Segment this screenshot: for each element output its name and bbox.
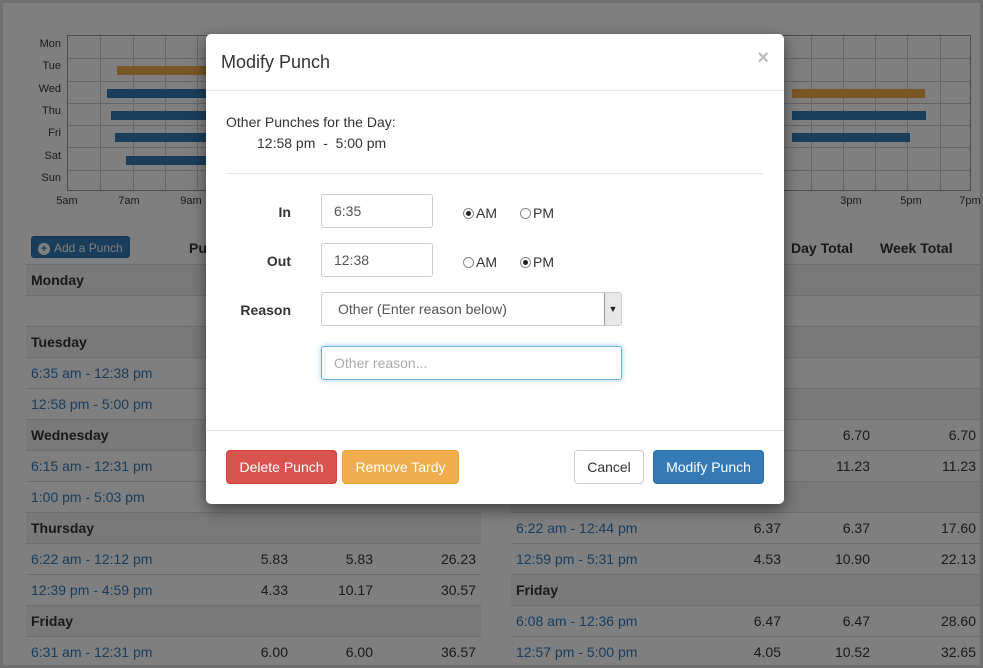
in-label: In — [278, 204, 291, 220]
out-label: Out — [266, 253, 291, 269]
dialog-header: Modify Punch × — [206, 34, 784, 91]
out-am-radio[interactable]: AM — [463, 254, 497, 270]
radio-icon — [463, 256, 474, 268]
radio-icon — [520, 207, 531, 219]
dialog-title: Modify Punch — [221, 52, 331, 72]
divider — [226, 173, 764, 174]
timesheet-page: MonTueWedThuFriSatSun5am7am9am3pm5pm7pm … — [0, 0, 983, 668]
modify-punch-dialog: Modify Punch × Other Punches for the Day… — [206, 34, 784, 504]
in-am-radio[interactable]: AM — [463, 205, 497, 221]
radio-selected-icon — [520, 256, 531, 268]
am-label: AM — [476, 254, 497, 270]
out-time-input[interactable] — [321, 243, 433, 277]
delete-punch-button[interactable]: Delete Punch — [226, 450, 337, 484]
pm-label: PM — [533, 205, 554, 221]
cancel-button[interactable]: Cancel — [574, 450, 644, 484]
close-icon[interactable]: × — [757, 47, 769, 70]
reason-label: Reason — [240, 302, 291, 318]
remove-tardy-button[interactable]: Remove Tardy — [342, 450, 459, 484]
radio-selected-icon — [463, 207, 474, 219]
in-pm-radio[interactable]: PM — [520, 205, 554, 221]
dialog-footer: Delete Punch Remove Tardy Cancel Modify … — [206, 430, 784, 504]
modify-punch-button[interactable]: Modify Punch — [653, 450, 764, 484]
pm-label: PM — [533, 254, 554, 270]
dropdown-arrow-icon[interactable]: ▼ — [604, 293, 621, 325]
in-time-input[interactable] — [321, 194, 433, 228]
am-label: AM — [476, 205, 497, 221]
reason-select[interactable]: Other (Enter reason below) ▼ — [321, 292, 622, 326]
reason-selected-value: Other (Enter reason below) — [338, 301, 507, 317]
out-pm-radio[interactable]: PM — [520, 254, 554, 270]
other-reason-input[interactable] — [321, 346, 622, 380]
other-punches-label: Other Punches for the Day: — [226, 114, 396, 130]
other-punches-value: 12:58 pm - 5:00 pm — [257, 135, 387, 151]
